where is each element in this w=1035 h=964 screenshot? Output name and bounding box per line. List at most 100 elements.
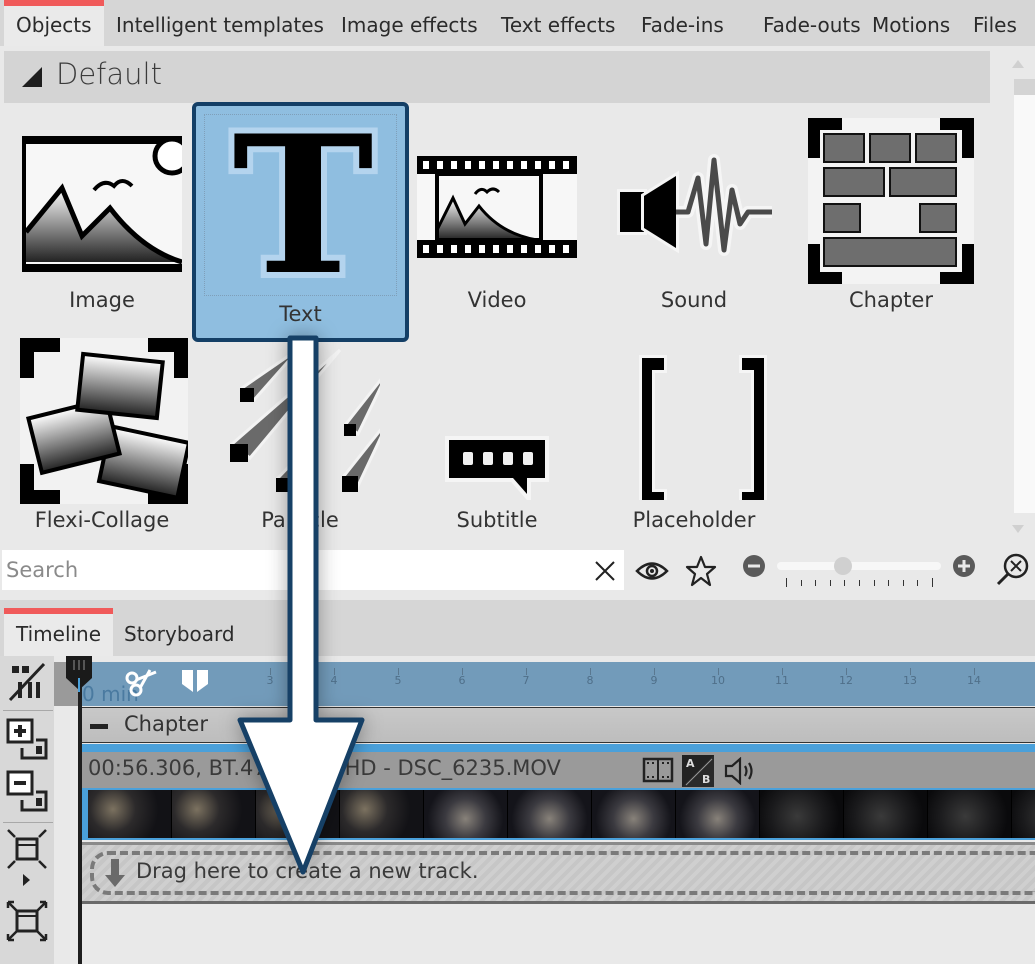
marker-icon[interactable] xyxy=(180,670,210,694)
object-subtitle[interactable]: Subtitle xyxy=(399,330,595,550)
object-label: Image xyxy=(69,288,135,312)
zoom-slider-thumb[interactable] xyxy=(833,557,852,575)
particle-icon xyxy=(229,346,380,493)
scroll-down-arrow-icon[interactable] xyxy=(1012,525,1024,533)
object-sound[interactable]: Sound xyxy=(596,110,792,330)
slider-tick xyxy=(815,580,817,586)
video-thumbnail xyxy=(256,790,340,838)
tab-intelligent-templates[interactable]: Intelligent templates xyxy=(104,0,336,46)
slider-tick xyxy=(902,580,904,586)
dropzone-label: Drag here to create a new track. xyxy=(136,859,479,883)
timeline-side-toolbar xyxy=(0,656,54,964)
sound-icon xyxy=(617,154,772,256)
ruler-tick-label: 6 xyxy=(458,674,466,687)
timeline-area[interactable]: 3 4 5 6 7 8 9 10 11 12 13 14 0 min Chapter 00:56.30… xyxy=(54,656,1035,964)
add-track-icon[interactable] xyxy=(6,718,48,760)
object-image[interactable]: Image xyxy=(4,110,200,330)
chapter-row[interactable]: Chapter xyxy=(82,707,1035,743)
filmstrip-icon[interactable] xyxy=(642,757,674,783)
track-header: 00:56.306, BT.47… - FullHD - DSC_6235.MO… xyxy=(82,752,1035,788)
slider-tick xyxy=(917,580,919,586)
video-thumbnail xyxy=(760,790,844,838)
tab-objects[interactable]: Objects xyxy=(4,0,104,46)
tab-fade-ins[interactable]: Fade-ins xyxy=(629,0,736,46)
tab-timeline[interactable]: Timeline xyxy=(4,608,114,660)
video-thumbnail xyxy=(676,790,760,838)
ruler-tick-label: 8 xyxy=(586,674,594,687)
expand-tracks-icon[interactable] xyxy=(6,900,48,942)
svg-text:A: A xyxy=(686,757,695,770)
collapse-chapter-icon[interactable] xyxy=(90,724,108,729)
object-label: Chapter xyxy=(849,288,933,312)
zoom-in-icon[interactable] xyxy=(952,554,976,578)
object-chapter[interactable]: Chapter xyxy=(793,110,989,330)
ruler-tick-label: 3 xyxy=(266,674,274,687)
tab-motions[interactable]: Motions xyxy=(860,0,962,46)
eye-icon[interactable] xyxy=(635,560,669,582)
favorite-star-icon[interactable] xyxy=(685,555,717,587)
snap-markers-icon[interactable] xyxy=(8,662,46,702)
slider-tick xyxy=(829,580,831,586)
video-track[interactable]: 00:56.306, BT.47… - FullHD - DSC_6235.MO… xyxy=(82,744,1035,840)
slider-tick xyxy=(873,580,875,586)
video-thumbnail xyxy=(928,790,1012,838)
video-thumbnail xyxy=(592,790,676,838)
tab-fade-outs[interactable]: Fade-outs xyxy=(751,0,873,46)
object-placeholder[interactable]: Placeholder xyxy=(596,330,792,550)
remove-track-icon[interactable] xyxy=(6,770,48,812)
object-label: Subtitle xyxy=(456,508,538,532)
object-video[interactable]: Video xyxy=(399,110,595,330)
ruler-tick-label: 10 xyxy=(711,674,725,687)
image-icon xyxy=(22,136,182,272)
scroll-thumb[interactable] xyxy=(1014,79,1035,95)
objects-scrollbar[interactable] xyxy=(1000,58,1035,548)
search-input[interactable] xyxy=(2,550,624,590)
object-label: Sound xyxy=(660,288,728,312)
object-label: Placeholder xyxy=(632,508,756,532)
ruler-tick-label: 14 xyxy=(967,674,981,687)
video-thumbnails xyxy=(88,790,1035,838)
object-text-selected[interactable]: T Text xyxy=(192,102,409,342)
search-toolbar xyxy=(0,548,1035,594)
video-thumbnail xyxy=(1012,790,1035,838)
scroll-track[interactable] xyxy=(1014,79,1035,513)
object-label: Particle xyxy=(261,508,339,532)
tab-storyboard[interactable]: Storyboard xyxy=(112,608,247,660)
group-header-default[interactable]: Default xyxy=(4,51,990,103)
slider-tick xyxy=(859,580,860,586)
zoom-to-fit-icon[interactable] xyxy=(996,552,1030,586)
tab-files[interactable]: Files xyxy=(961,0,1029,46)
slider-tick xyxy=(932,578,933,587)
object-particle[interactable]: Particle xyxy=(202,330,398,550)
expand-menu-triangle-icon[interactable] xyxy=(23,874,30,886)
down-arrow-icon xyxy=(105,859,125,887)
zoom-slider-ticks xyxy=(786,578,936,588)
zoom-slider-track[interactable] xyxy=(777,562,941,570)
flexi-collage-icon xyxy=(20,338,188,504)
text-icon: T xyxy=(228,120,378,280)
new-track-dropzone[interactable]: Drag here to create a new track. xyxy=(82,842,1035,904)
collapse-tracks-icon[interactable] xyxy=(6,828,48,870)
video-thumbnail xyxy=(508,790,592,838)
track-info: 00:56.306, BT.47… - FullHD - DSC_6235.MO… xyxy=(88,756,561,780)
scissors-icon[interactable] xyxy=(124,668,158,698)
audio-volume-icon[interactable] xyxy=(724,757,756,785)
clear-search-icon[interactable] xyxy=(594,560,616,582)
transition-ab-icon[interactable]: AB xyxy=(682,755,714,787)
tab-image-effects[interactable]: Image effects xyxy=(329,0,490,46)
svg-text:B: B xyxy=(702,773,710,786)
scroll-up-arrow-icon[interactable] xyxy=(1012,60,1024,68)
video-thumbnail xyxy=(340,790,424,838)
playhead-handle[interactable] xyxy=(64,656,94,692)
collapse-triangle-icon[interactable] xyxy=(22,67,42,87)
video-thumbnail xyxy=(424,790,508,838)
object-label: Text xyxy=(279,302,322,326)
video-icon xyxy=(417,156,577,258)
subtitle-icon xyxy=(445,436,549,500)
ruler-tick-label: 11 xyxy=(775,674,789,687)
video-thumbnail xyxy=(844,790,928,838)
object-flexi-collage[interactable]: Flexi-Collage xyxy=(4,330,200,550)
tab-text-effects[interactable]: Text effects xyxy=(489,0,627,46)
zoom-out-icon[interactable] xyxy=(742,554,766,578)
chapter-icon xyxy=(808,118,974,284)
